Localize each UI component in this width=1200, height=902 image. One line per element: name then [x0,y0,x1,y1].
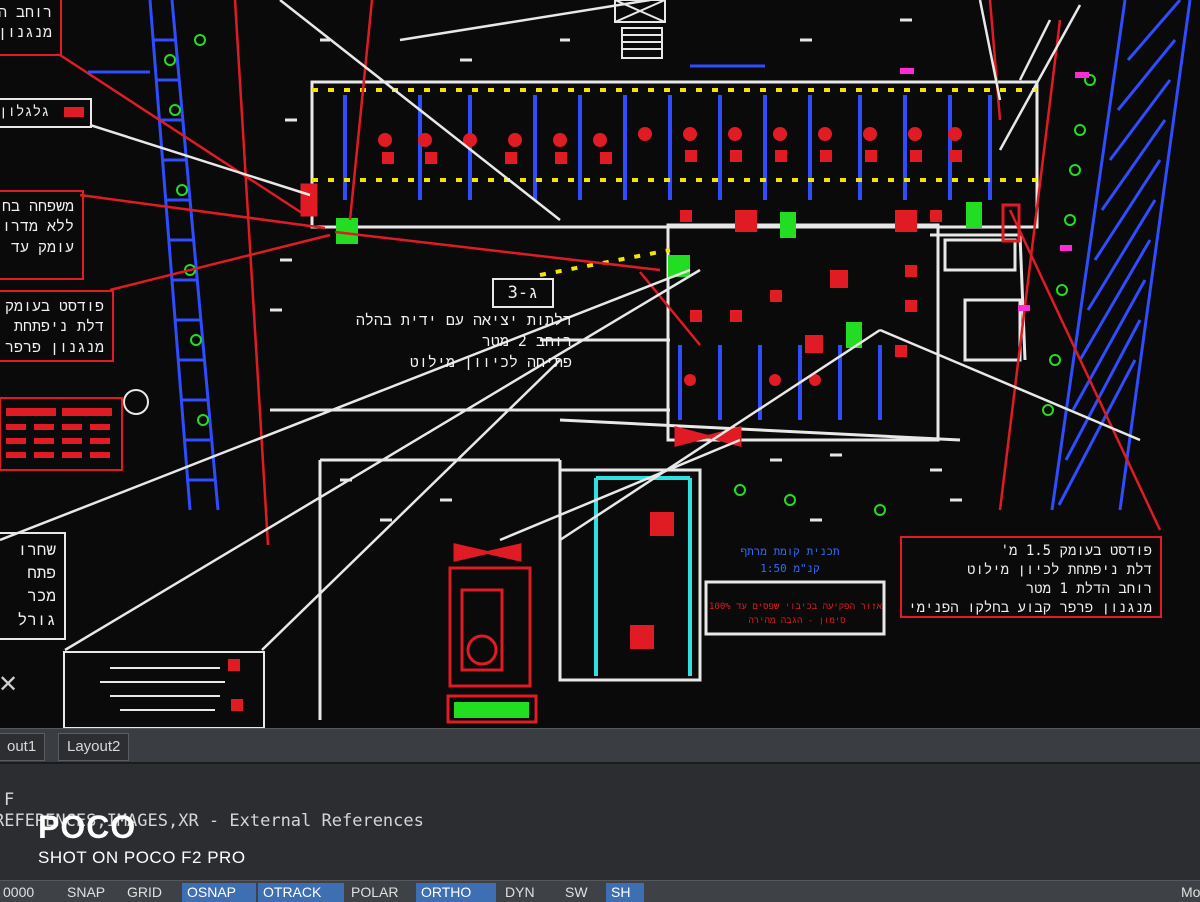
otrack-toggle[interactable]: OTRACK [258,883,344,902]
annotation-line: פודסט בעומק [4,297,104,315]
annotation-line: תכנית קומת מרתף [740,545,840,558]
cad-drawing [0,0,1192,728]
grid-toggle[interactable]: GRID [122,883,167,902]
annotation-line: סימון - הגבה מהירה [748,616,846,627]
layout-tab-bar: out1 Layout2 [0,728,1200,763]
status-bar: 0000 SNAP GRID OSNAP OTRACK POLAR ORTHO … [0,880,1200,902]
label-c3: ג-3 [492,278,554,308]
tab-layout2[interactable]: Layout2 [58,733,130,761]
annotation-line: פודסט בעומק 1.5 מ' [1000,543,1152,559]
plan-title: תכנית קומת מרתף קנ"מ 1:50 [730,544,850,577]
annotation-line: פתח [27,563,56,583]
sw-toggle[interactable]: SW [560,883,593,902]
annotation-line: רוחב 2 מטר [481,332,572,350]
annotation-line: דלת ניפתחת [13,317,104,336]
snap-toggle[interactable]: SNAP [62,883,110,902]
annotation-line: דלת ניפתחת לכיון מילוט [967,561,1152,578]
annotation-box-left-low: פודסט בעומק דלת ניפתחת מנגנון פרפר ק [0,290,114,362]
osnap-toggle[interactable]: OSNAP [182,883,256,902]
model-label[interactable]: Mo [1176,883,1200,902]
annotation-line: דלתות יציאה עם ידית בהלה [355,311,572,329]
hose-reel-icon [64,107,84,117]
annotation-line: מנגנון פרפר קבוע בחלקו הפנימי [908,599,1152,616]
tab-layout1[interactable]: out1 [0,733,46,761]
annotation-line: שחרו [17,540,56,559]
bottom-box-note: אזור הפקיעה בכיבוי שפסים עד 100% סימון -… [709,600,882,629]
tab-label: Layout2 [67,738,121,755]
annotation-line: פתיחה לכיוון מילוט [409,353,572,371]
annotation-box-left-mid: משפחה בח ללא מדרו עומק עד [0,190,84,280]
annotation-line: גלגלון [0,104,50,120]
annotation-line: גורל [17,609,56,629]
annotation-line: ללא מדרו [1,217,74,236]
camera-watermark: POCO SHOT ON POCO F2 PRO [38,810,246,868]
sh-toggle[interactable]: SH [606,883,644,902]
annotation-box-hose-reel: גלגלון [0,98,92,128]
ortho-toggle[interactable]: ORTHO [416,883,496,902]
annotation-box-top-left: רוחב ה מנגנון [0,0,62,56]
annotation-line: עומק עד [10,237,74,256]
coordinate-readout: 0000 [3,884,35,900]
annotation-line: רוחב ה [0,3,52,21]
annotation-line: אזור הפקיעה בכיבוי שפסים עד 100% [709,602,882,612]
command-history-line: F [4,790,15,810]
annotation-line: משפחה בח [1,197,74,215]
annotation-line: מנגנון [0,23,52,42]
annotation-line: קנ"מ 1:50 [760,561,820,575]
close-icon[interactable]: ✕ [0,670,18,698]
tab-label: out1 [7,738,37,755]
annotation-line: מנגנון פרפר ק [0,337,104,356]
annotation-line: מכר [27,586,56,606]
polar-toggle[interactable]: POLAR [346,883,403,902]
dyn-toggle[interactable]: DYN [500,883,540,902]
annotation-box-left-bottom: שחרו פתח מכר גורל [0,532,66,640]
poco-logo: POCO [38,809,137,845]
watermark-subtitle: SHOT ON POCO F2 PRO [38,848,246,867]
center-note: דלתות יציאה עם ידית בהלה רוחב 2 מטר פתיח… [340,310,572,373]
annotation-line: רוחב הדלת 1 מטר [1025,580,1152,597]
drawing-canvas[interactable]: רוחב ה מנגנון גלגלון משפחה בח ללא מדרו ע… [0,0,1200,728]
annotation-box-right: פודסט בעומק 1.5 מ' דלת ניפתחת לכיון מילו… [900,536,1162,618]
label-c3-text: ג-3 [507,283,539,303]
